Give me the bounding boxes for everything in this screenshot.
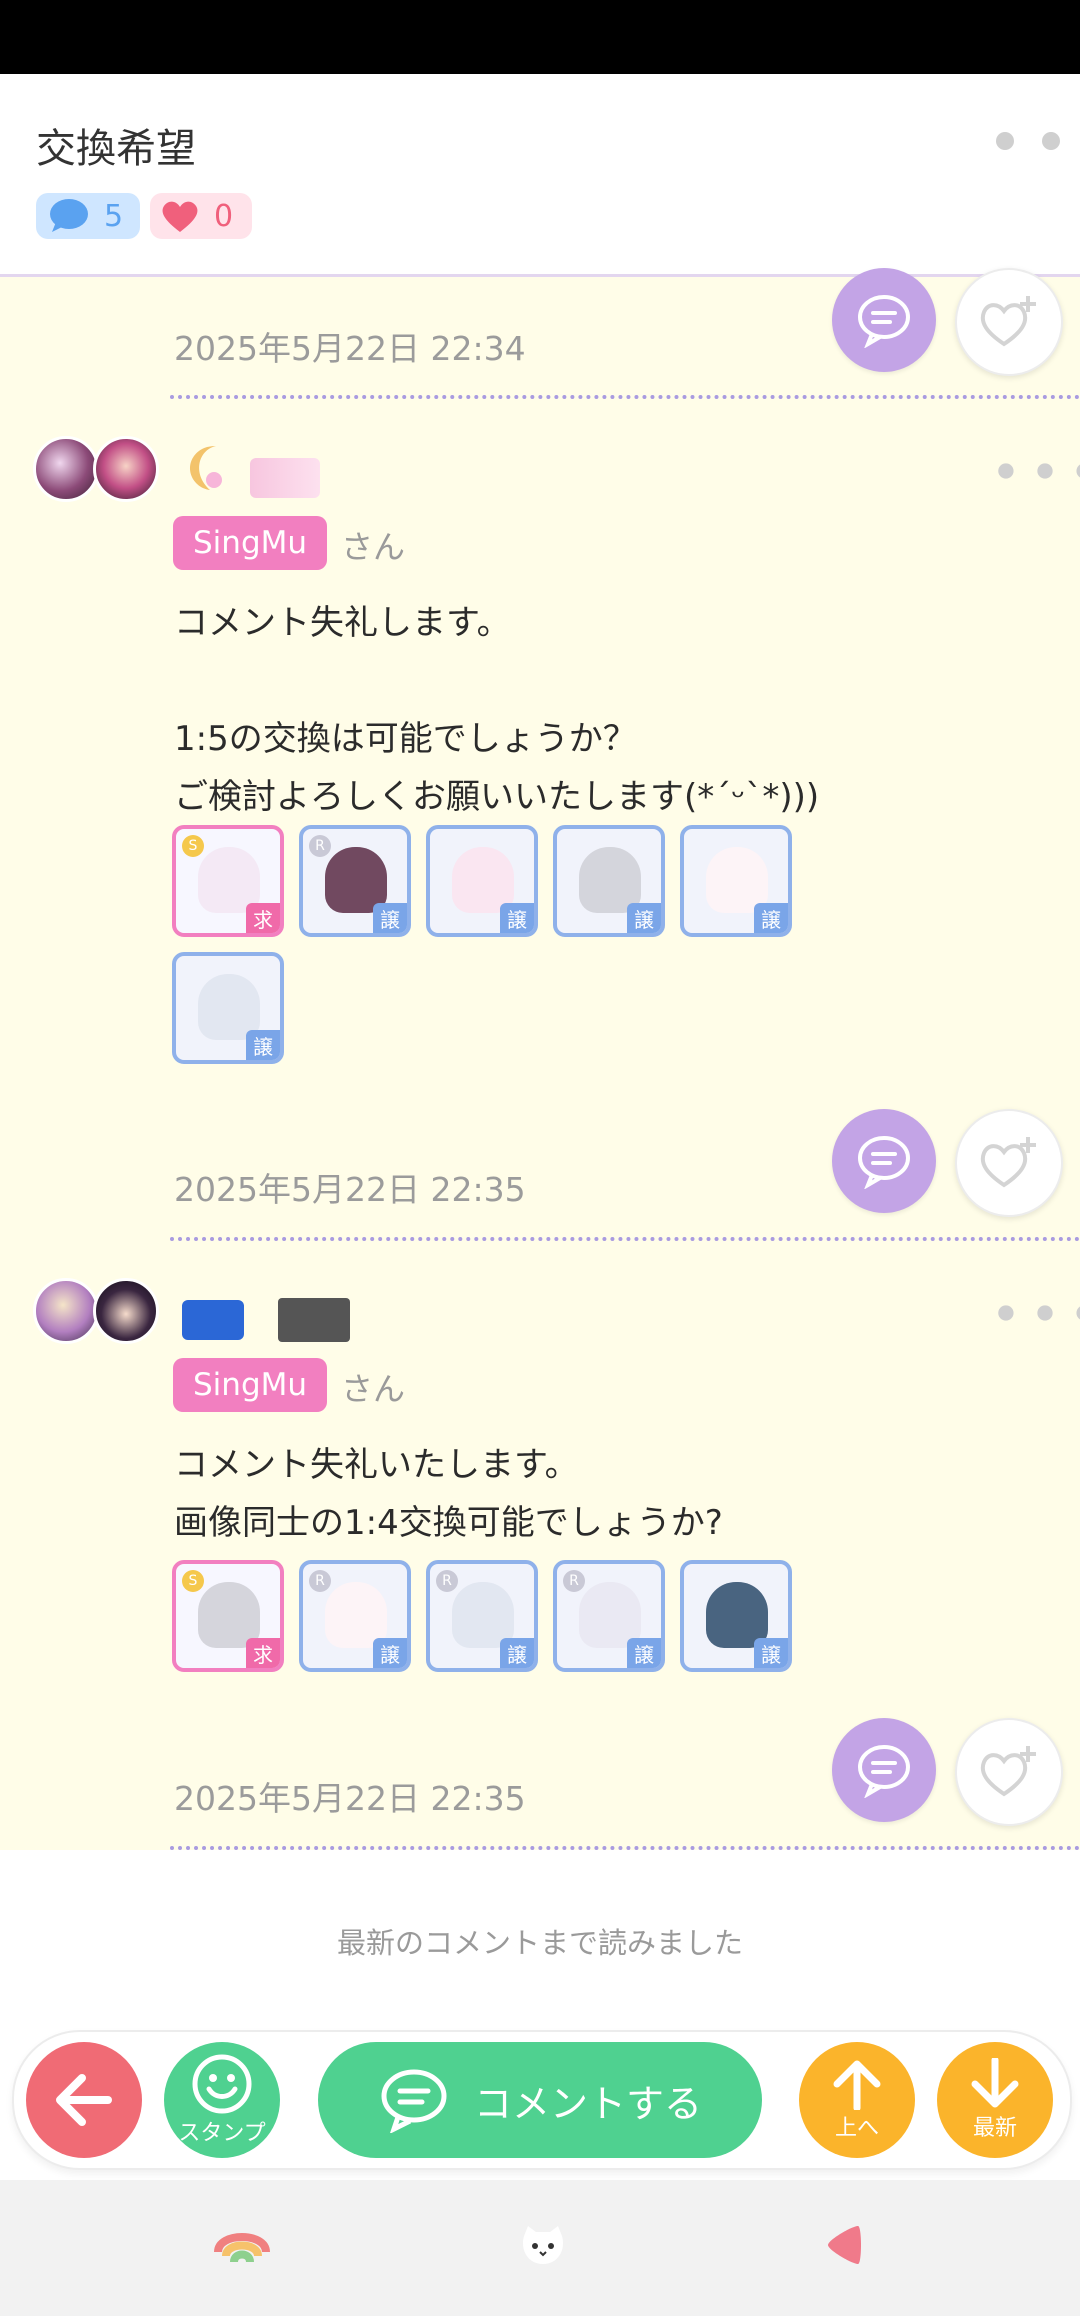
post-title: 交換希望 <box>36 126 196 172</box>
reply-bubble-icon <box>858 1136 910 1189</box>
like-count-badge: 0 <box>150 193 252 239</box>
rarity-s-coin-icon: S <box>182 1570 204 1592</box>
comment-divider <box>170 1237 1080 1241</box>
username-blurred <box>182 1300 244 1340</box>
reply-button[interactable] <box>832 1718 936 1822</box>
comment-button-label: コメントする <box>473 2081 702 2126</box>
heart-plus-icon <box>980 1746 1036 1797</box>
scroll-up-button[interactable]: 上へ <box>799 2042 915 2158</box>
item-thumbnail[interactable]: R譲 <box>299 825 411 937</box>
comment-bubble-icon <box>381 2069 447 2133</box>
item-thumbnail[interactable]: R譲 <box>426 1560 538 1672</box>
like-button[interactable] <box>955 268 1063 376</box>
offer-label: 譲 <box>627 1638 661 1668</box>
avatar[interactable] <box>33 1278 99 1344</box>
reply-bubble-icon <box>858 295 910 348</box>
comment-timestamp: 2025年5月22日 22:34 <box>174 329 526 368</box>
offer-label: 譲 <box>754 903 788 933</box>
rarity-r-coin-icon: R <box>309 1570 331 1592</box>
arrow-left-icon <box>56 2074 112 2126</box>
comment-count: 5 <box>104 198 124 234</box>
heart-plus-icon <box>980 296 1036 347</box>
post-header <box>0 74 1080 277</box>
item-thumbnail[interactable]: R譲 <box>299 1560 411 1672</box>
item-thumbnail[interactable]: 譲 <box>680 1560 792 1672</box>
cat-face-home-icon[interactable] <box>518 2222 568 2268</box>
arrow-down-icon <box>971 2058 1019 2108</box>
item-thumbnail[interactable]: 譲 <box>680 825 792 937</box>
item-thumbnail[interactable]: 譲 <box>426 825 538 937</box>
item-grid: S求R譲譲譲譲譲 <box>172 825 792 1065</box>
rainbow-nav-icon[interactable] <box>214 2222 270 2268</box>
arrow-up-icon <box>833 2060 881 2110</box>
comment-more-menu-icon[interactable] <box>998 458 1080 484</box>
status-bar <box>0 0 1080 74</box>
latest-label: 最新 <box>972 2116 1017 2141</box>
comment-timestamp: 2025年5月22日 22:35 <box>174 1170 526 1209</box>
heart-plus-icon <box>980 1137 1036 1188</box>
stamp-button[interactable]: スタンプ <box>164 2042 280 2158</box>
comment-more-menu-icon[interactable] <box>998 1300 1080 1326</box>
rarity-s-coin-icon: S <box>182 835 204 857</box>
item-thumbnail[interactable]: S求 <box>172 1560 284 1672</box>
comment-divider <box>170 395 1080 399</box>
user-tag[interactable]: SingMu <box>173 516 328 570</box>
up-label: 上へ <box>834 2116 879 2141</box>
item-thumbnail[interactable]: S求 <box>172 825 284 937</box>
comment-button[interactable]: コメントする <box>318 2042 762 2158</box>
wanted-label: 求 <box>246 903 280 933</box>
avatar[interactable] <box>93 1278 159 1344</box>
offer-label: 譲 <box>627 903 661 933</box>
reply-button[interactable] <box>832 1109 936 1213</box>
item-thumbnail[interactable]: R譲 <box>553 1560 665 1672</box>
like-button[interactable] <box>955 1718 1063 1826</box>
item-thumbnail[interactable]: 譲 <box>553 825 665 937</box>
offer-label: 譲 <box>500 1638 534 1668</box>
post-more-menu-icon[interactable] <box>996 126 1080 156</box>
username-blurred <box>250 458 320 498</box>
offer-label: 譲 <box>373 903 407 933</box>
offer-label: 譲 <box>246 1030 280 1060</box>
like-button[interactable] <box>955 1109 1063 1217</box>
rarity-r-coin-icon: R <box>436 1570 458 1592</box>
system-nav-bar <box>0 2180 1080 2316</box>
moon-decoration-icon <box>180 440 240 500</box>
avatar[interactable] <box>93 436 159 502</box>
comment-body: コメント失礼します。 1:5の交換は可能でしょうか？ ご検討よろしくお願いいたし… <box>174 603 820 817</box>
speech-bubble-icon <box>50 199 88 232</box>
rarity-r-coin-icon: R <box>309 835 331 857</box>
comment-divider <box>170 1846 1080 1850</box>
wanted-label: 求 <box>246 1638 280 1668</box>
comment-timestamp: 2025年5月22日 22:35 <box>174 1779 526 1818</box>
reply-button[interactable] <box>832 268 936 372</box>
user-tag[interactable]: SingMu <box>173 1358 328 1412</box>
back-triangle-nav-icon[interactable] <box>824 2220 864 2270</box>
offer-label: 譲 <box>754 1638 788 1668</box>
offer-label: 譲 <box>500 903 534 933</box>
honorific-suffix: さん <box>341 528 406 566</box>
read-all-notice: 最新のコメントまで読みました <box>336 1926 743 1960</box>
stamp-label: スタンプ <box>178 2121 266 2146</box>
username-blurred <box>278 1298 350 1342</box>
rarity-r-coin-icon: R <box>563 1570 585 1592</box>
scroll-latest-button[interactable]: 最新 <box>937 2042 1053 2158</box>
smiley-icon <box>192 2054 252 2114</box>
honorific-suffix: さん <box>341 1370 406 1408</box>
comment-body: コメント失礼いたします。 画像同士の1:4交換可能でしょうか? <box>174 1445 723 1543</box>
like-count: 0 <box>214 198 234 234</box>
avatar[interactable] <box>33 436 99 502</box>
offer-label: 譲 <box>373 1638 407 1668</box>
reply-bubble-icon <box>858 1745 910 1798</box>
back-button[interactable] <box>26 2042 142 2158</box>
item-thumbnail[interactable]: 譲 <box>172 952 284 1064</box>
item-grid: S求R譲R譲R譲譲 <box>172 1560 792 1680</box>
heart-icon <box>162 201 198 232</box>
comment-count-badge: 5 <box>36 193 140 239</box>
